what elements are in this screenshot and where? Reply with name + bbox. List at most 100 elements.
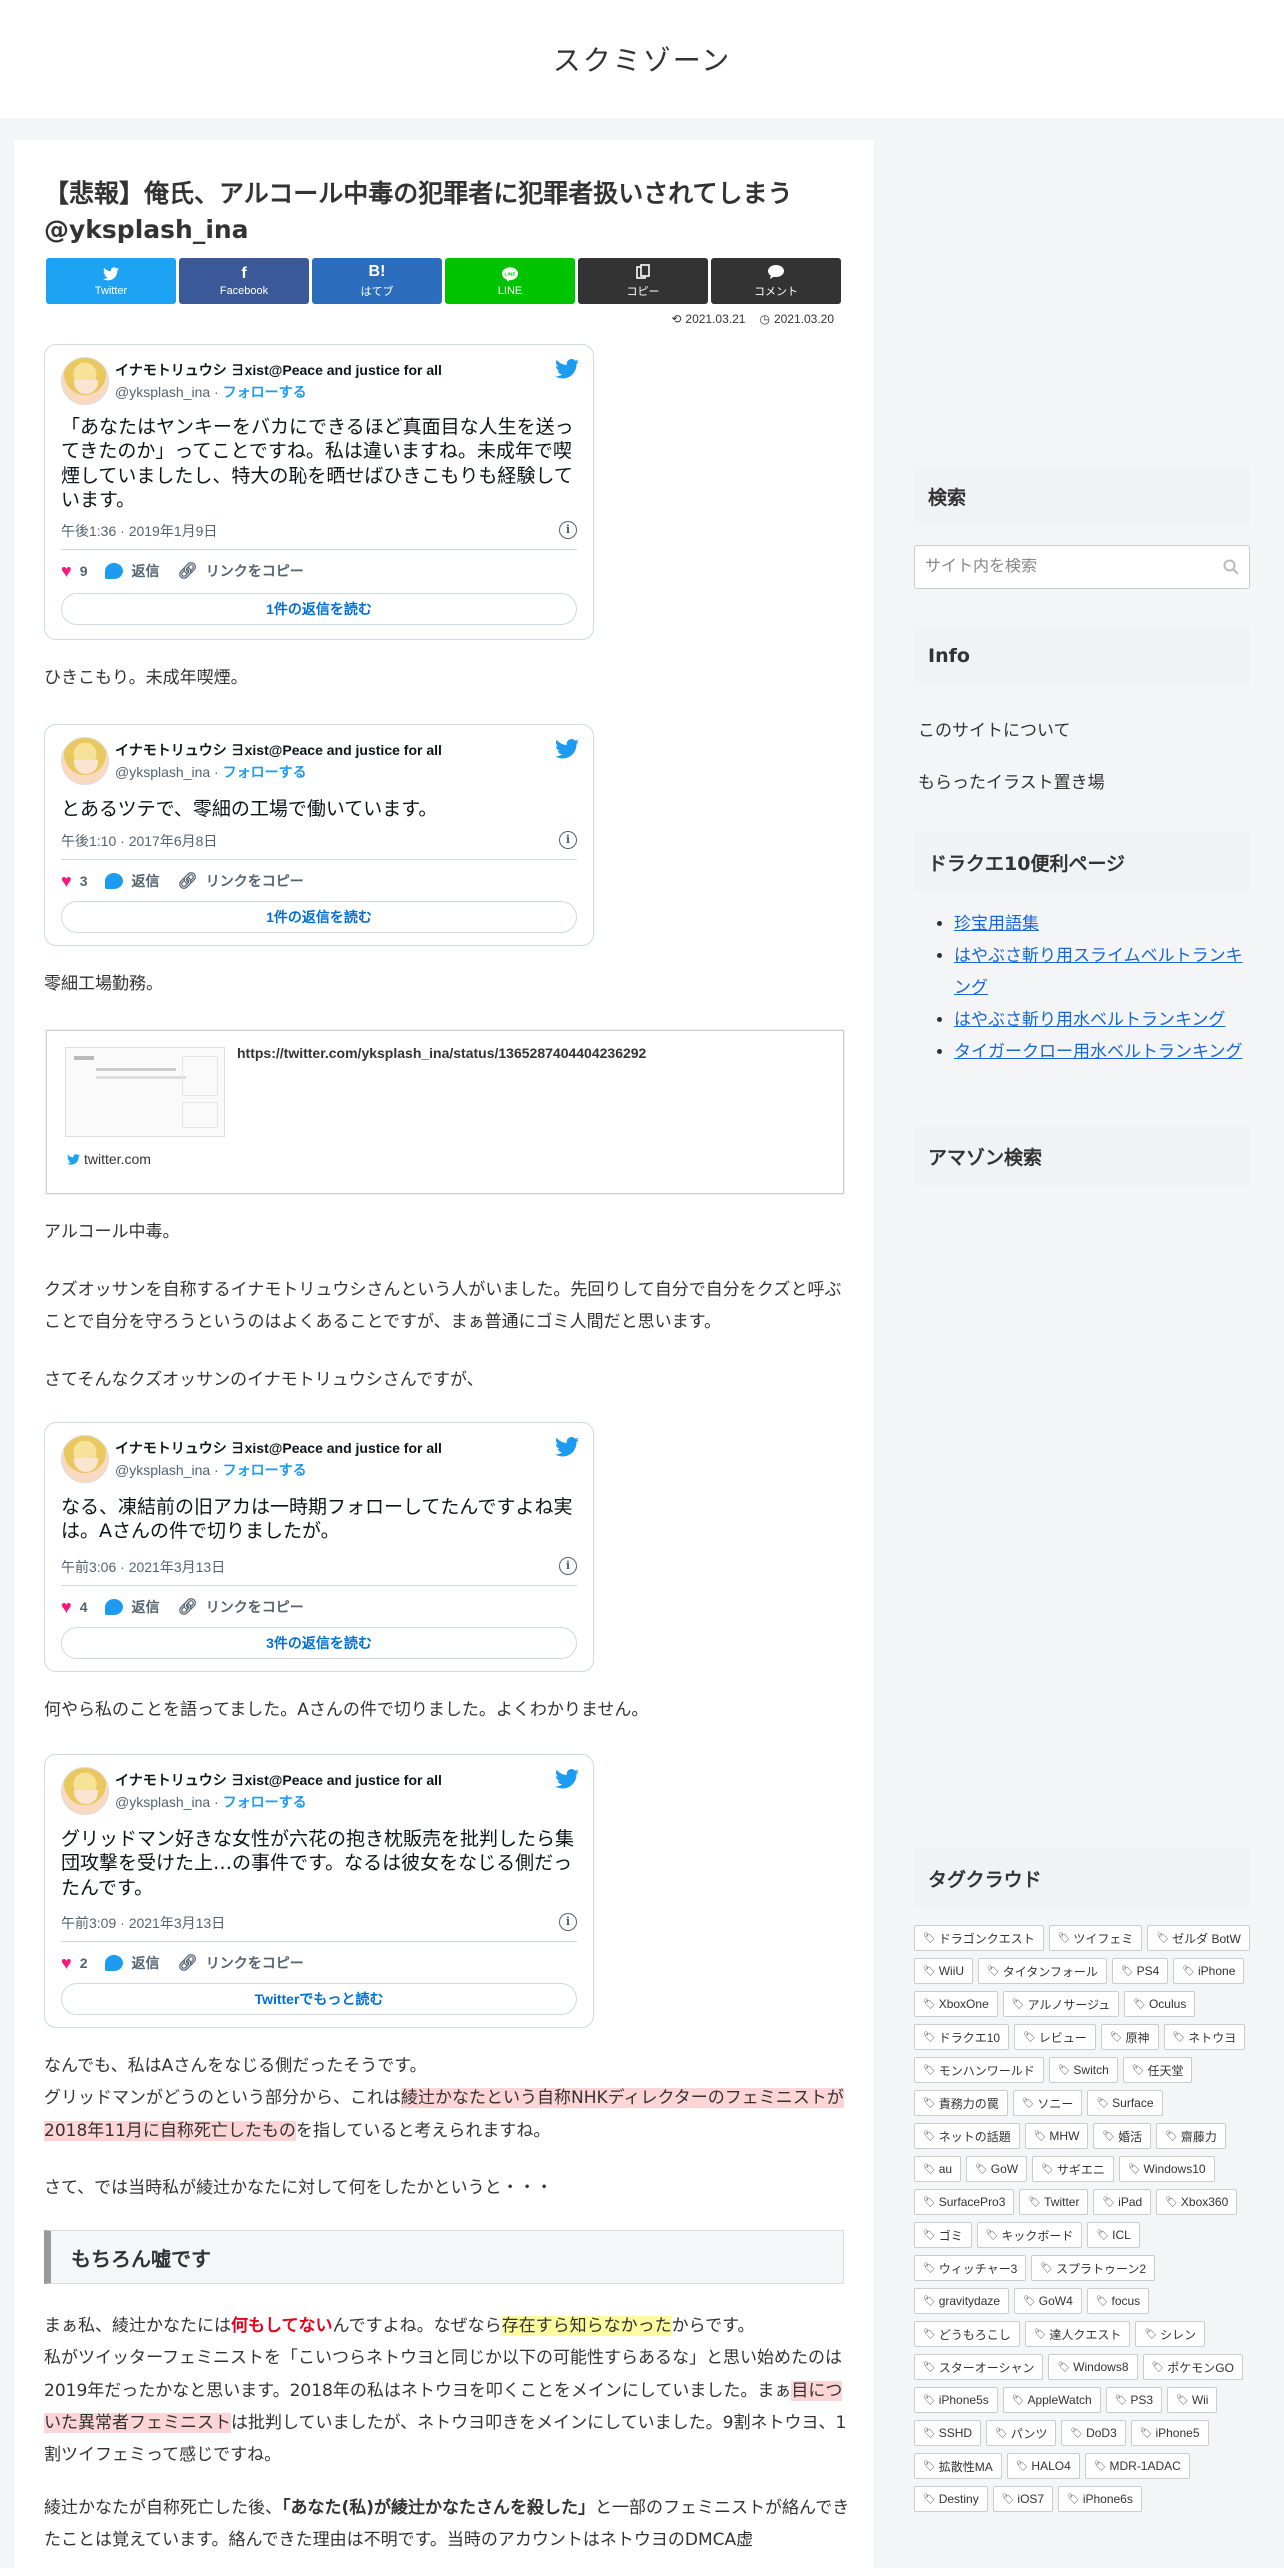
tag-link[interactable]: 🏷︎ GoW4 <box>1014 2288 1082 2314</box>
tag-link[interactable]: 🏷︎ AppleWatch <box>1002 2387 1101 2413</box>
twitter-bird-icon[interactable] <box>555 1769 579 1789</box>
dq10-link[interactable]: 珍宝用語集 <box>954 914 1039 934</box>
avatar[interactable] <box>61 1435 109 1483</box>
tag-link[interactable]: 🏷︎ アルノサージュ <box>1002 1991 1120 2017</box>
tweet-author-name[interactable]: イナモトリュウシ ∃xist@Peace and justice for all <box>115 740 442 760</box>
sidebar-link-illustrations[interactable]: もらったイラスト置き場 <box>918 768 1105 793</box>
tweet-timestamp[interactable]: 午前3:06 · 2021年3月13日 <box>61 1557 225 1577</box>
tag-link[interactable]: 🏷︎ iOS7 <box>992 2486 1054 2512</box>
share-twitter-button[interactable]: Twitter <box>46 258 176 304</box>
tag-link[interactable]: 🏷︎ レビュー <box>1014 2024 1096 2050</box>
tag-link[interactable]: 🏷︎ 齋藤力 <box>1156 2123 1226 2149</box>
tweet-author-name[interactable]: イナモトリュウシ ∃xist@Peace and justice for all <box>115 360 442 380</box>
tag-link[interactable]: 🏷︎ Windows10 <box>1118 2156 1215 2182</box>
tag-link[interactable]: 🏷︎ Xbox360 <box>1156 2189 1238 2215</box>
tag-link[interactable]: 🏷︎ au <box>914 2156 962 2182</box>
tweet-handle[interactable]: @yksplash_ina <box>115 764 210 780</box>
read-replies-button[interactable]: 1件の返信を読む <box>61 593 577 625</box>
tag-link[interactable]: 🏷︎ サギエニ <box>1032 2156 1114 2182</box>
tag-link[interactable]: 🏷︎ GoW <box>966 2156 1028 2182</box>
avatar[interactable] <box>61 737 109 785</box>
tag-link[interactable]: 🏷︎ 達人クエスト <box>1024 2321 1131 2347</box>
tag-link[interactable]: 🏷︎ SSHD <box>914 2420 982 2446</box>
tweet-timestamp[interactable]: 午前3:09 · 2021年3月13日 <box>61 1913 225 1933</box>
share-copy-button[interactable]: コピー <box>578 258 708 304</box>
embedded-tweet[interactable]: イナモトリュウシ ∃xist@Peace and justice for all… <box>44 344 594 640</box>
info-icon[interactable]: i <box>559 1913 577 1931</box>
tag-link[interactable]: 🏷︎ XboxOne <box>914 1991 998 2017</box>
tag-link[interactable]: 🏷︎ ネットの話題 <box>914 2123 1020 2149</box>
tag-link[interactable]: 🏷︎ iPhone5s <box>914 2387 998 2413</box>
tag-link[interactable]: 🏷︎ gravitydaze <box>914 2288 1010 2314</box>
avatar[interactable] <box>61 1767 109 1815</box>
like-button[interactable]: ♥ 9 <box>61 562 87 580</box>
like-button[interactable]: ♥ 4 <box>61 1598 87 1616</box>
like-button[interactable]: ♥ 3 <box>61 872 87 890</box>
share-comment-button[interactable]: コメント <box>711 258 841 304</box>
tag-link[interactable]: 🏷︎ ゴミ <box>914 2222 972 2248</box>
info-icon[interactable]: i <box>559 1557 577 1575</box>
tag-link[interactable]: 🏷︎ ドラゴンクエスト <box>914 1925 1044 1951</box>
tag-link[interactable]: 🏷︎ 任天堂 <box>1122 2057 1193 2083</box>
tweet-author-name[interactable]: イナモトリュウシ ∃xist@Peace and justice for all <box>115 1770 442 1790</box>
read-replies-button[interactable]: 3件の返信を読む <box>61 1627 577 1659</box>
tag-link[interactable]: 🏷︎ iPad <box>1093 2189 1152 2215</box>
tag-link[interactable]: 🏷︎ ドラクエ10 <box>914 2024 1010 2050</box>
follow-link[interactable]: フォローする <box>223 1462 307 1478</box>
tag-link[interactable]: 🏷︎ ツイフェミ <box>1048 1925 1143 1951</box>
share-line-button[interactable]: LINE LINE <box>445 258 575 304</box>
tag-link[interactable]: 🏷︎ PS3 <box>1105 2387 1163 2413</box>
share-facebook-button[interactable]: f Facebook <box>179 258 309 304</box>
tag-link[interactable]: 🏷︎ MHW <box>1024 2123 1089 2149</box>
tag-link[interactable]: 🏷︎ パンツ <box>986 2420 1057 2446</box>
tag-link[interactable]: 🏷︎ iPhone6s <box>1058 2486 1142 2512</box>
tag-link[interactable]: 🏷︎ Wii <box>1167 2387 1218 2413</box>
like-button[interactable]: ♥ 2 <box>61 1954 87 1972</box>
copy-link-button[interactable]: 🔗︎ リンクをコピー <box>177 871 303 891</box>
search-icon[interactable] <box>1223 559 1239 575</box>
info-icon[interactable]: i <box>559 831 577 849</box>
tag-link[interactable]: 🏷︎ Surface <box>1087 2090 1163 2116</box>
tag-link[interactable]: 🏷︎ 責務力の罠 <box>914 2090 1008 2116</box>
reply-button[interactable]: 返信 <box>105 1953 159 1973</box>
tag-link[interactable]: 🏷︎ Oculus <box>1124 1991 1196 2017</box>
tweet-timestamp[interactable]: 午後1:10 · 2017年6月8日 <box>61 831 217 851</box>
follow-link[interactable]: フォローする <box>223 384 307 400</box>
sidebar-link-about[interactable]: このサイトについて <box>918 716 1071 741</box>
tag-link[interactable]: 🏷︎ DoD3 <box>1061 2420 1126 2446</box>
tag-link[interactable]: 🏷︎ 拡散性MA <box>914 2453 1002 2479</box>
link-card[interactable]: https://twitter.com/yksplash_ina/status/… <box>46 1030 844 1194</box>
tag-link[interactable]: 🏷︎ WiiU <box>914 1958 974 1984</box>
tag-link[interactable]: 🏷︎ スプラトゥーン2 <box>1031 2255 1156 2281</box>
reply-button[interactable]: 返信 <box>105 561 159 581</box>
tag-link[interactable]: 🏷︎ スターオーシャン <box>914 2354 1044 2380</box>
tag-link[interactable]: 🏷︎ focus <box>1086 2288 1150 2314</box>
tag-link[interactable]: 🏷︎ キックボード <box>976 2222 1083 2248</box>
tag-link[interactable]: 🏷︎ 原神 <box>1100 2024 1159 2050</box>
tag-link[interactable]: 🏷︎ ネトウヨ <box>1163 2024 1246 2050</box>
site-title[interactable]: スクミゾーン <box>553 39 732 79</box>
copy-link-button[interactable]: 🔗︎ リンクをコピー <box>177 1597 303 1617</box>
link-card-url[interactable]: https://twitter.com/yksplash_ina/status/… <box>237 1045 646 1061</box>
tag-link[interactable]: 🏷︎ HALO4 <box>1006 2453 1080 2479</box>
tag-link[interactable]: 🏷︎ Switch <box>1048 2057 1118 2083</box>
follow-link[interactable]: フォローする <box>223 1794 307 1810</box>
embedded-tweet[interactable]: イナモトリュウシ ∃xist@Peace and justice for all… <box>44 1754 594 2028</box>
tag-link[interactable]: 🏷︎ シレン <box>1135 2321 1206 2347</box>
tag-link[interactable]: 🏷︎ Destiny <box>914 2486 988 2512</box>
follow-link[interactable]: フォローする <box>223 764 307 780</box>
tag-link[interactable]: 🏷︎ タイタンフォール <box>978 1958 1107 1984</box>
tag-link[interactable]: 🏷︎ ウィッチャー3 <box>914 2255 1027 2281</box>
tweet-timestamp[interactable]: 午後1:36 · 2019年1月9日 <box>61 521 217 541</box>
tag-link[interactable]: 🏷︎ モンハンワールド <box>914 2057 1044 2083</box>
reply-button[interactable]: 返信 <box>105 871 159 891</box>
tag-link[interactable]: 🏷︎ iPhone5 <box>1130 2420 1209 2446</box>
avatar[interactable] <box>61 357 109 405</box>
tag-link[interactable]: 🏷︎ ソニー <box>1012 2090 1083 2116</box>
copy-link-button[interactable]: 🔗︎ リンクをコピー <box>177 561 303 581</box>
reply-button[interactable]: 返信 <box>105 1597 159 1617</box>
tag-link[interactable]: 🏷︎ Windows8 <box>1048 2354 1138 2380</box>
twitter-bird-icon[interactable] <box>555 1437 579 1457</box>
dq10-link[interactable]: はやぶさ斬り用水ベルトランキング <box>954 1010 1226 1030</box>
share-hatena-button[interactable]: B! はてブ <box>312 258 442 304</box>
